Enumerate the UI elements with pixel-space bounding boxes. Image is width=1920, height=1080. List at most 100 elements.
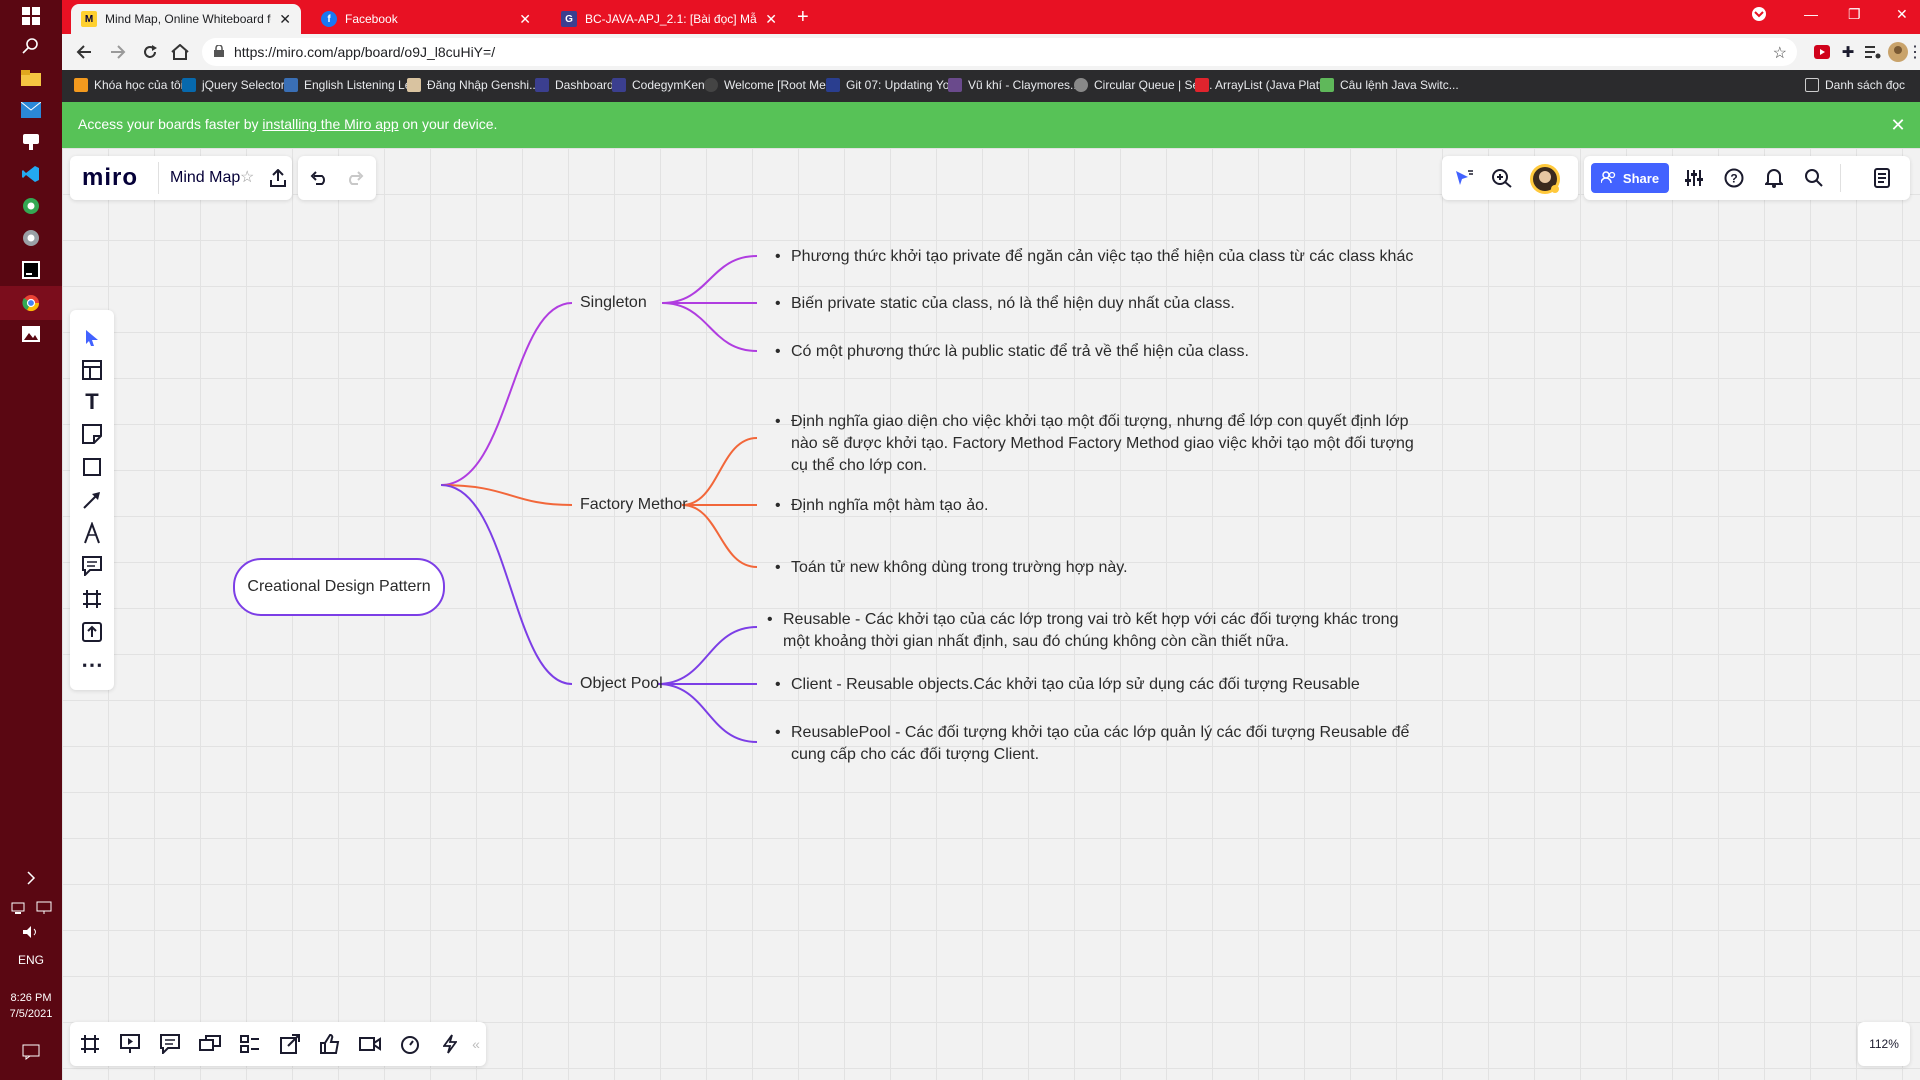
vscode-icon[interactable] bbox=[19, 162, 43, 186]
mindmap-leaf-note[interactable]: • Định nghĩa một hàm tạo ảo. bbox=[775, 495, 988, 517]
search-icon[interactable] bbox=[19, 34, 43, 58]
connection-line-icon[interactable] bbox=[80, 488, 104, 512]
mail-icon[interactable] bbox=[19, 98, 43, 122]
board-name[interactable]: Mind Map bbox=[170, 169, 240, 187]
chat-icon[interactable] bbox=[198, 1032, 222, 1056]
extensions-puzzle-icon[interactable]: ✚ bbox=[1838, 42, 1858, 62]
tab-codegym[interactable]: G BC-JAVA-APJ_2.1: [Bài đọc] Mẫu t ✕ bbox=[551, 4, 787, 34]
photos-icon[interactable] bbox=[19, 322, 43, 346]
profile-down-icon[interactable] bbox=[1751, 6, 1767, 25]
clock-time[interactable]: 8:26 PM bbox=[0, 992, 62, 1004]
install-app-link[interactable]: installing the Miro app bbox=[262, 116, 398, 132]
bookmark-item[interactable]: Welcome [Root Me... bbox=[704, 78, 836, 92]
undo-icon[interactable] bbox=[308, 168, 330, 188]
cursor-follow-icon[interactable] bbox=[1452, 167, 1476, 189]
mindmap-leaf-note[interactable]: • Toán tử new không dùng trong trường hợp… bbox=[775, 557, 1128, 579]
file-explorer-icon[interactable] bbox=[19, 66, 43, 90]
cards-list-icon[interactable] bbox=[238, 1032, 262, 1056]
reload-icon[interactable] bbox=[140, 42, 160, 62]
collapse-toolbar-icon[interactable]: « bbox=[468, 1034, 484, 1054]
bookmark-item[interactable]: Vũ khí - Claymores... bbox=[948, 78, 1080, 92]
paint-icon[interactable] bbox=[19, 130, 43, 154]
star-icon[interactable]: ☆ bbox=[240, 167, 254, 187]
chevron-right-icon[interactable] bbox=[19, 866, 43, 890]
close-icon[interactable]: ✕ bbox=[279, 11, 291, 28]
bookmark-item[interactable]: English Listening Le... bbox=[284, 78, 421, 92]
mindmap-leaf-note[interactable]: • Reusable - Các khởi tạo của các lớp tr… bbox=[767, 609, 1398, 653]
sticky-note-icon[interactable] bbox=[80, 422, 104, 446]
reading-list[interactable]: Danh sách đọc bbox=[1805, 78, 1905, 92]
comments-icon[interactable] bbox=[158, 1032, 182, 1056]
share-button[interactable]: Share bbox=[1591, 163, 1669, 193]
bookmark-item[interactable]: Circular Queue | Set... bbox=[1074, 78, 1213, 92]
lightning-icon[interactable] bbox=[438, 1032, 462, 1056]
chrome-green-icon[interactable] bbox=[19, 194, 43, 218]
upload-icon[interactable] bbox=[268, 167, 288, 189]
timer-icon[interactable] bbox=[398, 1032, 422, 1056]
shape-icon[interactable] bbox=[80, 455, 104, 479]
bookmark-item[interactable]: Dashboard bbox=[535, 78, 614, 92]
close-icon[interactable]: ✕ bbox=[765, 11, 777, 28]
add-collaborator-icon[interactable] bbox=[1490, 167, 1514, 189]
board-outline-icon[interactable] bbox=[1870, 167, 1894, 189]
chrome-icon[interactable] bbox=[19, 291, 43, 315]
intellij-icon[interactable] bbox=[19, 258, 43, 282]
home-icon[interactable] bbox=[170, 42, 190, 62]
extension-red-icon[interactable] bbox=[1812, 42, 1832, 62]
omnibox[interactable]: https://miro.com/app/board/o9J_l8cuHiY=/… bbox=[202, 38, 1797, 66]
bookmark-item[interactable]: Đăng Nhập Genshi... bbox=[407, 78, 539, 92]
share-screen-icon[interactable] bbox=[278, 1032, 302, 1056]
forward-icon[interactable] bbox=[108, 42, 128, 62]
tab-miro[interactable]: M Mind Map, Online Whiteboard fo ✕ bbox=[71, 4, 301, 34]
bookmark-star-icon[interactable]: ☆ bbox=[1773, 43, 1787, 63]
mindmap-node-factory-methor[interactable]: Factory Methor bbox=[580, 496, 688, 514]
mindmap-leaf-note[interactable]: • Client - Reusable objects.Các khởi tạo … bbox=[775, 674, 1360, 696]
chrome-menu-icon[interactable]: ⋮ bbox=[1907, 42, 1920, 62]
frame-icon[interactable] bbox=[80, 587, 104, 611]
window-close-icon[interactable]: ✕ bbox=[1896, 6, 1908, 23]
miro-logo[interactable]: miro bbox=[82, 164, 138, 192]
miro-board-canvas[interactable]: Creational Design Pattern Singleton Fact… bbox=[62, 148, 1920, 1080]
profile-avatar-icon[interactable] bbox=[1887, 41, 1909, 63]
text-tool-icon[interactable]: T bbox=[80, 389, 104, 414]
bookmark-item[interactable]: ArrayList (Java Platf... bbox=[1195, 78, 1332, 92]
close-icon[interactable]: ✕ bbox=[519, 11, 531, 28]
bookmark-item[interactable]: Câu lệnh Java Switc... bbox=[1320, 78, 1459, 92]
media-control-icon[interactable] bbox=[1863, 42, 1883, 62]
display-icon[interactable] bbox=[32, 896, 56, 920]
zoom-level[interactable]: 112% bbox=[1858, 1022, 1910, 1066]
notifications-bell-icon[interactable] bbox=[1762, 167, 1786, 189]
close-icon[interactable]: ✕ bbox=[1888, 115, 1908, 135]
settings-sliders-icon[interactable] bbox=[1682, 167, 1706, 189]
lock-icon[interactable] bbox=[214, 44, 224, 60]
mindmap-root-node[interactable]: Creational Design Pattern bbox=[233, 558, 445, 616]
mindmap-leaf-note[interactable]: • Định nghĩa giao diện cho việc khởi tạo… bbox=[775, 411, 1414, 477]
more-tools-icon[interactable]: ⋯ bbox=[80, 652, 104, 677]
pen-icon[interactable] bbox=[80, 521, 104, 545]
tab-facebook[interactable]: f Facebook ✕ bbox=[311, 4, 541, 34]
mindmap-leaf-note[interactable]: • Biến private static của class, nó là th… bbox=[775, 293, 1235, 315]
frames-icon[interactable] bbox=[78, 1032, 102, 1056]
mindmap-leaf-note[interactable]: • ReusablePool - Các đối tượng khởi tạo … bbox=[775, 722, 1409, 766]
select-cursor-icon[interactable] bbox=[80, 326, 104, 350]
templates-icon[interactable] bbox=[80, 358, 104, 382]
bookmark-item[interactable]: Khóa học của tôi bbox=[74, 78, 183, 92]
user-avatar[interactable] bbox=[1528, 162, 1562, 196]
help-icon[interactable]: ? bbox=[1722, 167, 1746, 189]
mindmap-leaf-note[interactable]: • Có một phương thức là public static để … bbox=[775, 341, 1249, 363]
search-icon[interactable] bbox=[1802, 167, 1826, 189]
back-icon[interactable] bbox=[74, 42, 94, 62]
upload-content-icon[interactable] bbox=[80, 620, 104, 644]
presentation-icon[interactable] bbox=[118, 1032, 142, 1056]
voting-thumbs-up-icon[interactable] bbox=[318, 1032, 342, 1056]
mindmap-node-singleton[interactable]: Singleton bbox=[580, 294, 647, 312]
volume-icon[interactable] bbox=[19, 920, 43, 944]
mindmap-leaf-note[interactable]: • Phương thức khởi tạo private để ngăn cả… bbox=[775, 246, 1413, 268]
clock-date[interactable]: 7/5/2021 bbox=[0, 1008, 62, 1020]
chrome-beta-icon[interactable] bbox=[19, 226, 43, 250]
notification-center-icon[interactable] bbox=[19, 1040, 43, 1064]
language-indicator[interactable]: ENG bbox=[0, 953, 62, 967]
mindmap-node-object-pool[interactable]: Object Pool bbox=[580, 675, 663, 693]
minimize-icon[interactable]: — bbox=[1804, 6, 1818, 22]
comment-icon[interactable] bbox=[80, 554, 104, 578]
